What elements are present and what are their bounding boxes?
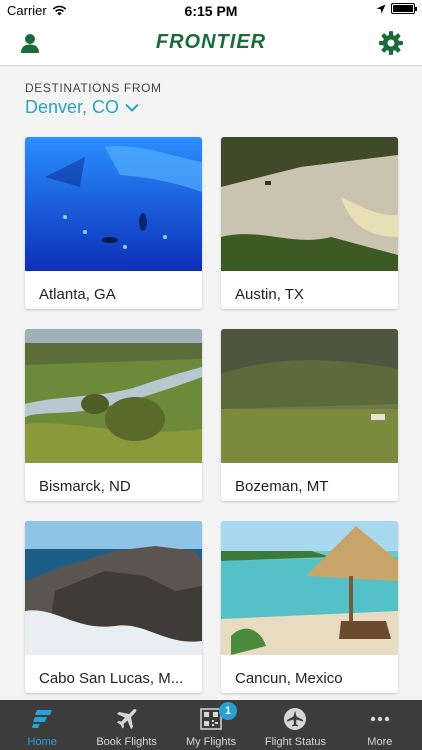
destinations-from-label: DESTINATIONS FROM bbox=[25, 81, 162, 95]
status-bar: Carrier 6:15 PM bbox=[0, 0, 422, 22]
destination-name: Austin, TX bbox=[235, 286, 304, 303]
destination-card-atlanta[interactable]: Atlanta, GA bbox=[25, 137, 202, 309]
tab-bar: Home Book Flights 1 My Flights Flight St… bbox=[0, 700, 422, 750]
destination-name: Cabo San Lucas, M... bbox=[39, 670, 184, 687]
airplane-icon bbox=[116, 709, 137, 729]
more-dots-icon bbox=[370, 716, 390, 722]
chevron-down-icon bbox=[125, 103, 139, 112]
location-arrow-icon bbox=[376, 4, 386, 13]
destination-card-bozeman[interactable]: Bozeman, MT bbox=[221, 329, 398, 501]
tab-my-flights[interactable]: 1 My Flights bbox=[169, 700, 253, 750]
origin-city-label: Denver, CO bbox=[25, 97, 120, 117]
destination-photo bbox=[221, 329, 398, 463]
battery-icon bbox=[391, 3, 417, 14]
destination-card-cancun[interactable]: Cancun, Mexico bbox=[221, 521, 398, 693]
tab-label: More bbox=[367, 736, 393, 748]
nav-bar: FRONTIER bbox=[0, 22, 422, 66]
clock: 6:15 PM bbox=[184, 3, 238, 19]
origin-city-selector[interactable]: Denver, CO bbox=[25, 97, 139, 118]
frontier-logo: FRONTIER bbox=[155, 31, 267, 53]
tab-book-flights[interactable]: Book Flights bbox=[84, 700, 168, 750]
flight-status-icon bbox=[284, 708, 307, 730]
frontier-home-icon bbox=[32, 710, 53, 728]
destination-photo bbox=[221, 521, 398, 655]
destination-card-bismarck[interactable]: Bismarck, ND bbox=[25, 329, 202, 501]
tab-label: Home bbox=[27, 736, 57, 748]
tab-flight-status[interactable]: Flight Status bbox=[253, 700, 337, 750]
tab-label: Flight Status bbox=[264, 736, 326, 748]
destination-name: Cancun, Mexico bbox=[235, 670, 343, 687]
destination-card-austin[interactable]: Austin, TX bbox=[221, 137, 398, 309]
settings-gear-icon[interactable] bbox=[378, 30, 404, 56]
destination-card-cabo-san-lucas[interactable]: Cabo San Lucas, M... bbox=[25, 521, 202, 693]
tab-more[interactable]: More bbox=[338, 700, 422, 750]
destination-name: Bismarck, ND bbox=[39, 478, 131, 495]
tab-label: My Flights bbox=[185, 736, 237, 748]
destination-name: Bozeman, MT bbox=[235, 478, 329, 495]
tab-label: Book Flights bbox=[96, 736, 157, 748]
notification-badge: 1 bbox=[219, 702, 238, 720]
destination-photo bbox=[25, 137, 202, 271]
destination-photo bbox=[25, 521, 202, 655]
status-right bbox=[376, 3, 417, 14]
destinations-screen: DESTINATIONS FROM Denver, CO Atlanta, GA… bbox=[0, 67, 422, 700]
destination-name: Atlanta, GA bbox=[39, 286, 116, 303]
destination-photo bbox=[221, 137, 398, 271]
destination-photo bbox=[25, 329, 202, 463]
tab-home[interactable]: Home bbox=[0, 700, 84, 750]
